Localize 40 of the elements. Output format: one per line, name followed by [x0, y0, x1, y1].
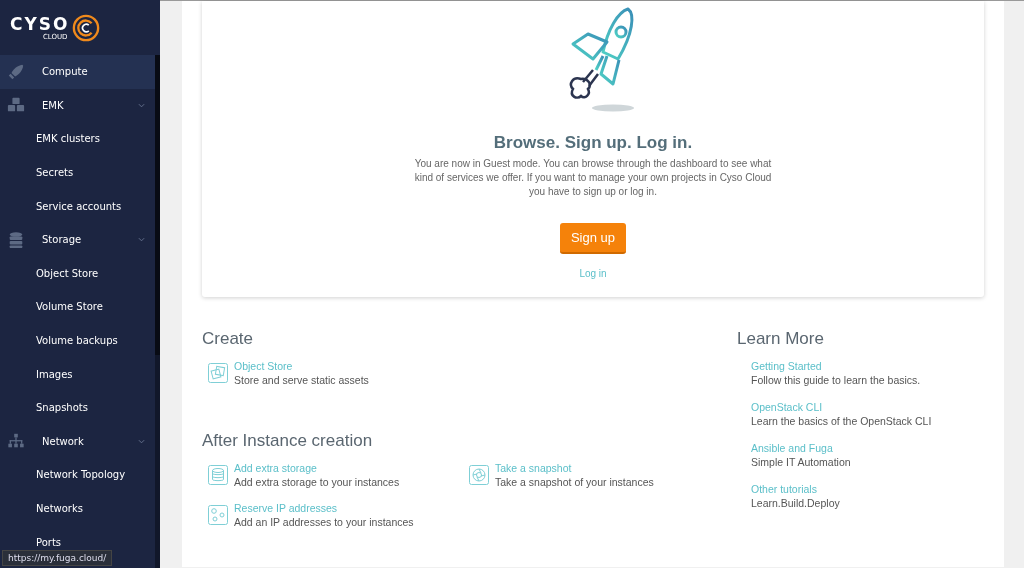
status-url-tooltip: https://my.fuga.cloud/: [2, 550, 113, 566]
hero-title: Browse. Sign up. Log in.: [493, 133, 693, 153]
feature-description: Take a snapshot of your instances: [495, 475, 654, 489]
sidebar-subitem[interactable]: Service accounts: [0, 189, 155, 223]
logo-text: CYSO: [10, 14, 70, 33]
tutorial-description: Learn the basics of the OpenStack CLI: [751, 414, 933, 428]
sidebar-item[interactable]: Storage: [0, 222, 155, 257]
tutorial-description: Learn.Build.Deploy: [751, 496, 841, 510]
scrollbar[interactable]: [155, 55, 160, 568]
aperture-icon: [469, 465, 489, 485]
sidebar-subitem[interactable]: Secrets: [0, 155, 155, 190]
sidebar-subitem[interactable]: Images: [0, 357, 155, 391]
sidebar-item[interactable]: EMK: [0, 88, 155, 123]
tutorial-description: Follow this guide to learn the basics.: [751, 373, 922, 387]
pictures-icon: [208, 363, 228, 383]
sidebar-subitem[interactable]: Volume Store: [0, 290, 155, 324]
database-icon: [208, 465, 228, 485]
sidebar-subitem[interactable]: Network Topology: [0, 458, 155, 492]
hero-text: You are now in Guest mode. You can browse through the dashboard to see what kind of services we offer. If you want to manage your own projects in Cyso Cloud you have to sign up or log in.: [413, 157, 773, 199]
rocket-icon: [7, 62, 25, 81]
section-title: After Instance creation: [202, 431, 374, 451]
sidebar-item[interactable]: Network: [0, 424, 155, 459]
section-title: Learn More: [737, 329, 825, 349]
chevron-down-icon: [138, 237, 145, 243]
tutorial-description: Simple IT Automation: [751, 455, 852, 469]
database-icon: [7, 230, 25, 249]
circles-icon: [208, 505, 228, 525]
sidebar-subitem[interactable]: EMK clusters: [0, 122, 155, 156]
feature-description: Store and serve static assets: [234, 373, 369, 387]
chevron-down-icon: [138, 102, 145, 108]
chevron-down-icon: [138, 438, 145, 444]
logo-swirl-icon: [72, 13, 101, 42]
sidebar-subitem[interactable]: Volume backups: [0, 323, 155, 358]
sidebar-subitem[interactable]: Networks: [0, 491, 155, 526]
feature-description: Add an IP addresses to your instances: [234, 515, 414, 529]
sidebar-subitem[interactable]: Snapshots: [0, 390, 155, 425]
feature-description: Add extra storage to your instances: [234, 475, 400, 489]
section-title: Create: [202, 329, 255, 349]
sidebar-subitem[interactable]: Object Store: [0, 256, 155, 291]
sidebar-item[interactable]: Compute: [0, 55, 155, 89]
